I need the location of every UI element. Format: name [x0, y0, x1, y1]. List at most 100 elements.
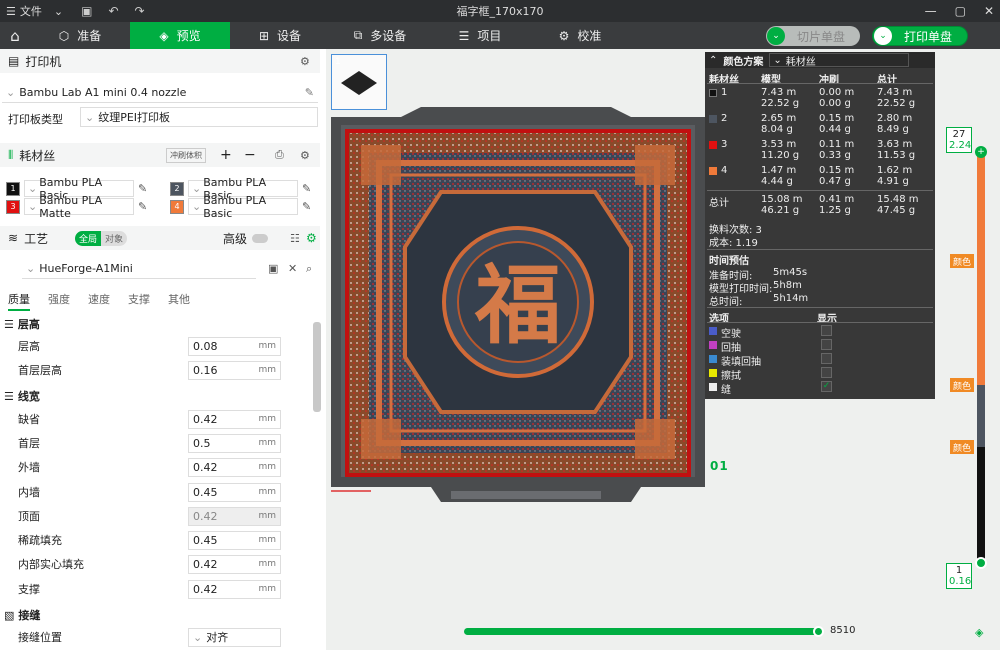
- checkbox-checked[interactable]: ✓: [821, 381, 832, 392]
- print-plate-button[interactable]: ⌄ 打印单盘: [872, 26, 968, 46]
- remove-icon[interactable]: −: [244, 147, 256, 163]
- checkbox[interactable]: [821, 367, 832, 378]
- filament-swatch[interactable]: 1: [6, 181, 20, 196]
- tab-project[interactable]: ☰ 项目: [430, 22, 530, 49]
- layers-icon[interactable]: ◈: [975, 626, 983, 639]
- filament-item-3[interactable]: 3 ⌄ Bambu PLA Matte ✎: [6, 194, 147, 220]
- checkbox[interactable]: [821, 339, 832, 350]
- save-icon[interactable]: ▣: [268, 262, 278, 275]
- home-icon[interactable]: ⌂: [0, 22, 30, 49]
- setting-input[interactable]: 0.5 mm: [188, 433, 281, 453]
- process-preset-select[interactable]: ⌄ HueForge-A1Mini: [22, 259, 256, 279]
- tab-multi-device[interactable]: ⧉ 多设备: [330, 22, 430, 49]
- setting-input[interactable]: 0.42 mm: [188, 579, 281, 599]
- edit-icon[interactable]: ✎: [138, 200, 147, 213]
- add-icon[interactable]: +: [220, 147, 232, 163]
- settings-icon[interactable]: ⚙: [300, 149, 310, 162]
- filament-id: 1: [721, 87, 728, 98]
- compare-icon[interactable]: ☷: [290, 232, 300, 245]
- move-slider-handle[interactable]: [813, 626, 824, 637]
- model-length: 2.65 m: [761, 113, 797, 124]
- redo-icon[interactable]: ↷: [135, 4, 145, 18]
- edit-icon[interactable]: ✎: [302, 182, 311, 195]
- edit-icon[interactable]: ✎: [305, 86, 314, 99]
- slice-plate-button[interactable]: ⌄ 切片单盘: [766, 26, 860, 46]
- minimize-icon[interactable]: —: [925, 4, 937, 18]
- section-title: 工艺: [24, 231, 49, 246]
- undo-icon[interactable]: ↶: [108, 4, 118, 18]
- color-change-tag[interactable]: 颜色: [950, 378, 974, 392]
- subtab-speed[interactable]: 速度: [88, 291, 110, 311]
- group-title: 线宽: [17, 390, 40, 403]
- edit-icon[interactable]: ✎: [138, 182, 147, 195]
- slider-bottom-handle[interactable]: [975, 557, 987, 569]
- filament-name[interactable]: ⌄ Bambu PLA Matte: [24, 194, 134, 220]
- hamburger-icon: ☰: [6, 4, 16, 18]
- chevron-down-icon: ⌄: [26, 262, 36, 275]
- flush-length: 0.15 m: [819, 165, 855, 176]
- option-retract: 回抽: [721, 343, 741, 354]
- line-width-icon: ☰: [4, 389, 14, 403]
- fu-character: 福: [474, 255, 561, 356]
- chevron-down-icon: ⌄: [85, 110, 95, 124]
- setting-input[interactable]: 0.08 mm: [188, 336, 281, 356]
- seam-position-select[interactable]: ⌄ 对齐: [188, 627, 281, 647]
- checkbox[interactable]: [821, 353, 832, 364]
- plate-type-select[interactable]: ⌄ 纹理PEI打印板: [80, 107, 318, 127]
- collapse-icon[interactable]: ⌃: [709, 55, 717, 66]
- search-icon[interactable]: ⌕: [306, 262, 312, 276]
- unit: mm: [258, 584, 276, 594]
- tab-label: 多设备: [370, 29, 407, 43]
- setting-input[interactable]: 0.42 mm: [188, 554, 281, 574]
- global-option[interactable]: 全局: [75, 230, 102, 246]
- color-change-tag[interactable]: 颜色: [950, 440, 974, 454]
- tab-preview[interactable]: ◈ 预览: [130, 22, 230, 49]
- tab-device[interactable]: ⊞ 设备: [230, 22, 330, 49]
- color-scheme-select[interactable]: ⌄ 耗材丝: [769, 53, 910, 68]
- filament-name[interactable]: ⌄ Bambu PLA Basic: [188, 194, 298, 220]
- process-settings-icon[interactable]: ⚙: [306, 231, 317, 245]
- color-change-tag[interactable]: 颜色: [950, 254, 974, 268]
- filament-swatch[interactable]: 3: [6, 199, 20, 214]
- chevron-down-icon[interactable]: ⌄: [874, 27, 892, 45]
- move-slider[interactable]: [464, 628, 818, 635]
- close-icon[interactable]: ✕: [288, 262, 297, 275]
- scrollbar[interactable]: [313, 322, 321, 412]
- filament-swatch[interactable]: 2: [170, 181, 184, 196]
- layer-slider[interactable]: [977, 148, 985, 564]
- printer-select[interactable]: ⌄ Bambu Lab A1 mini 0.4 nozzle ✎: [2, 83, 318, 103]
- filament-swatch[interactable]: 4: [170, 199, 184, 214]
- subtab-quality[interactable]: 质量: [8, 291, 30, 311]
- plate-thumbnail[interactable]: 1: [331, 54, 387, 110]
- setting-input[interactable]: 0.16 mm: [188, 360, 281, 380]
- object-option[interactable]: 对象: [101, 231, 127, 246]
- add-icon[interactable]: +: [975, 146, 987, 158]
- layer-height-group: ☰ 层高: [4, 316, 40, 332]
- save-icon[interactable]: ▣: [81, 4, 92, 18]
- file-menu[interactable]: ☰ 文件 ⌄ ▣ ↶ ↷: [0, 3, 145, 19]
- checkbox[interactable]: [821, 325, 832, 336]
- flush-volume-button[interactable]: 冲刷体积: [166, 147, 206, 163]
- setting-input[interactable]: 0.42 mm: [188, 409, 281, 429]
- tab-calibration[interactable]: ⚙ 校准: [530, 22, 630, 49]
- seam-icon: ▧: [4, 608, 15, 622]
- settings-icon[interactable]: ⚙: [300, 55, 310, 68]
- tab-prepare[interactable]: ⬡ 准备: [30, 22, 130, 49]
- edit-icon[interactable]: ✎: [302, 200, 311, 213]
- subtab-strength[interactable]: 强度: [48, 291, 70, 311]
- sync-icon[interactable]: ⎙: [275, 148, 284, 162]
- maximize-icon[interactable]: ▢: [955, 4, 966, 18]
- setting-input[interactable]: 0.45 mm: [188, 482, 281, 502]
- setting-input[interactable]: 0.42 mm: [188, 457, 281, 477]
- divider: [707, 83, 933, 84]
- close-icon[interactable]: ✕: [984, 4, 994, 18]
- chevron-down-icon[interactable]: ⌄: [767, 27, 785, 45]
- advanced-toggle[interactable]: [252, 233, 268, 243]
- filament-item-4[interactable]: 4 ⌄ Bambu PLA Basic ✎: [170, 194, 311, 220]
- divider: [707, 249, 933, 250]
- subtab-others[interactable]: 其他: [168, 291, 190, 311]
- filament-swatch: [709, 89, 717, 97]
- subtab-support[interactable]: 支撑: [128, 291, 150, 311]
- setting-input[interactable]: 0.45 mm: [188, 530, 281, 550]
- global-object-toggle[interactable]: 全局 对象: [75, 230, 128, 246]
